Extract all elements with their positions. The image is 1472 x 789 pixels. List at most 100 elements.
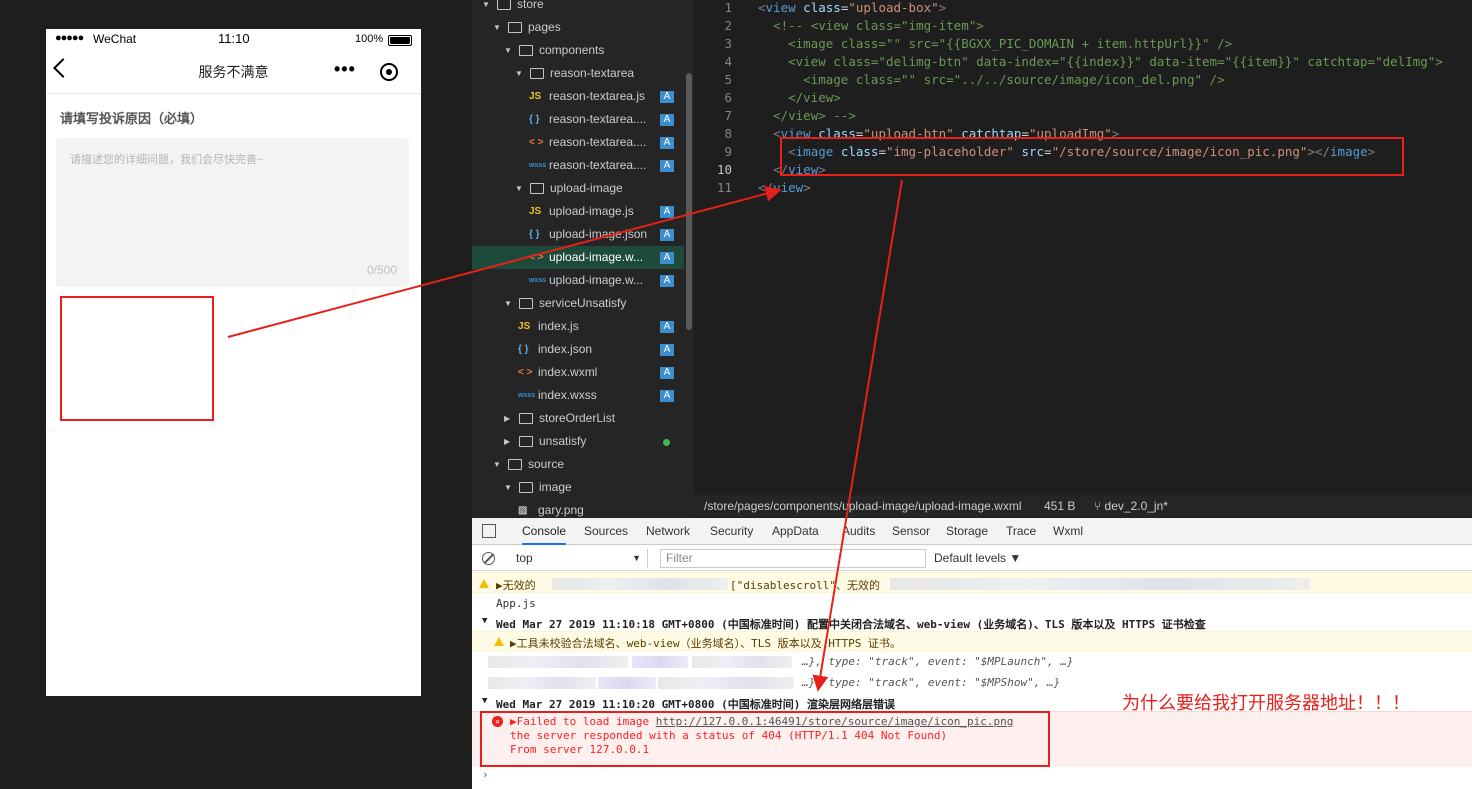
code-line[interactable]: </view> -->: [758, 107, 856, 125]
git-added-badge: A: [660, 137, 674, 149]
wechat-simulator: ●●●●● WeChat 11:10 100% 服务不满意 ••• 请填写投诉原…: [46, 29, 421, 696]
chevron-right-icon[interactable]: ▶: [504, 430, 514, 453]
filter-input[interactable]: Filter: [660, 549, 926, 568]
prompt-caret-icon: ›: [482, 768, 489, 781]
tree-item-label: gary.png: [538, 503, 584, 517]
tree-item-label: serviceUnsatisfy: [539, 296, 627, 310]
chevron-down-icon[interactable]: ▼: [504, 39, 514, 62]
tree-item[interactable]: JS index.js A: [472, 315, 684, 338]
warning-text: ▶无效的: [496, 579, 536, 592]
chevron-down-icon[interactable]: ▼: [482, 0, 492, 16]
code-editor[interactable]: 1 <view class="upload-box"> 2 <!-- <view c…: [694, 0, 1472, 495]
line-number: 7: [724, 108, 732, 123]
tab-audits[interactable]: Audits: [842, 518, 875, 545]
upload-image-highlight-box[interactable]: [60, 296, 214, 421]
group-expand-icon[interactable]: ▼: [482, 616, 487, 626]
tree-item-label: reason-textarea: [550, 66, 635, 80]
tree-item[interactable]: ▼ components: [472, 39, 684, 62]
warning-icon: [479, 579, 489, 588]
tree-item-label: storeOrderList: [539, 411, 616, 425]
chevron-down-icon[interactable]: ▼: [504, 292, 514, 315]
chevron-down-icon[interactable]: ▼: [515, 62, 525, 85]
tree-item[interactable]: ▼ serviceUnsatisfy: [472, 292, 684, 315]
code-line[interactable]: </view>: [758, 179, 811, 197]
tree-item[interactable]: wxss upload-image.w... A: [472, 269, 684, 292]
line-number: 2: [724, 18, 732, 33]
warning-text: ▶工具未校验合法域名、web-view（业务域名）、TLS 版本以及 HTTPS…: [510, 637, 901, 650]
tree-item[interactable]: ▼ source: [472, 453, 684, 476]
git-added-badge: A: [660, 390, 674, 402]
code-line[interactable]: <image class="" src="{{BGXX_PIC_DOMAIN +…: [758, 35, 1232, 53]
tree-item[interactable]: ▨ gary.png: [472, 499, 684, 518]
tree-item[interactable]: ▶ unsatisfy: [472, 430, 684, 453]
tree-item[interactable]: ▼ store: [472, 0, 684, 16]
code-line[interactable]: <!-- <view class="img-item">: [758, 17, 984, 35]
code-line[interactable]: <view class="upload-box">: [758, 0, 946, 17]
clear-console-icon[interactable]: [482, 552, 495, 565]
code-line[interactable]: <view class="delimg-btn" data-index="{{i…: [758, 53, 1443, 71]
tab-appdata[interactable]: AppData: [772, 518, 819, 545]
code-line[interactable]: </view>: [758, 89, 841, 107]
chevron-down-icon[interactable]: ▼: [493, 453, 503, 476]
modified-dot-icon: [663, 439, 670, 446]
error-highlight-box: [480, 711, 1050, 767]
more-menu-icon[interactable]: •••: [334, 59, 356, 80]
tree-item[interactable]: ▼ pages: [472, 16, 684, 39]
nav-bar: 服务不满意 •••: [46, 49, 421, 94]
folder-icon: [519, 298, 533, 309]
tab-wxml[interactable]: Wxml: [1053, 518, 1083, 545]
tree-item[interactable]: { } index.json A: [472, 338, 684, 361]
source-link[interactable]: App.js: [496, 597, 536, 610]
log-object[interactable]: …}, type: "track", event: "$MPShow", …}: [802, 676, 1060, 689]
tab-storage[interactable]: Storage: [946, 518, 988, 545]
tree-item[interactable]: < > upload-image.w... A: [472, 246, 684, 269]
tab-security[interactable]: Security: [710, 518, 753, 545]
tab-console[interactable]: Console: [522, 518, 567, 545]
tree-item-label: reason-textarea....: [549, 112, 647, 126]
folder-icon: [519, 45, 533, 56]
git-added-badge: A: [660, 252, 674, 264]
console-group-header[interactable]: ▼ Wed Mar 27 2019 11:10:18 GMT+0800 (中国标…: [472, 613, 1472, 631]
git-added-badge: A: [660, 367, 674, 379]
tree-item[interactable]: < > reason-textarea.... A: [472, 131, 684, 154]
tree-item[interactable]: ▶ storeOrderList: [472, 407, 684, 430]
chevron-down-icon[interactable]: ▼: [493, 16, 503, 39]
context-selector[interactable]: top ▼: [508, 549, 648, 568]
chevron-down-icon[interactable]: ▼: [515, 177, 525, 200]
tab-trace[interactable]: Trace: [1006, 518, 1036, 545]
git-branch[interactable]: ⑂ dev_2.0_jn*: [1094, 495, 1168, 517]
tree-item-label: store: [517, 0, 544, 11]
tree-item[interactable]: { } upload-image.json A: [472, 223, 684, 246]
image-src-highlight-box: [780, 137, 1404, 176]
tree-item[interactable]: wxss index.wxss A: [472, 384, 684, 407]
tree-item[interactable]: ▼ reason-textarea: [472, 62, 684, 85]
log-levels-dropdown[interactable]: Default levels ▼: [934, 549, 1021, 568]
blurred-text: [658, 677, 794, 689]
chevron-down-icon[interactable]: ▼: [504, 476, 514, 499]
clock: 11:10: [218, 31, 250, 46]
inspect-element-icon[interactable]: [482, 524, 496, 538]
tab-sensor[interactable]: Sensor: [892, 518, 930, 545]
explorer-scrollbar[interactable]: [686, 73, 692, 330]
group-expand-icon[interactable]: ▼: [482, 696, 487, 706]
tree-item[interactable]: JS upload-image.js A: [472, 200, 684, 223]
git-added-badge: A: [660, 160, 674, 172]
console-prompt[interactable]: ›: [472, 768, 1472, 786]
tree-item[interactable]: JS reason-textarea.js A: [472, 85, 684, 108]
code-line[interactable]: <image class="" src="../../source/image/…: [758, 71, 1224, 89]
tab-sources[interactable]: Sources: [584, 518, 628, 545]
log-object[interactable]: …}, type: "track", event: "$MPLaunch", ……: [802, 655, 1074, 668]
tree-item[interactable]: ▼ image: [472, 476, 684, 499]
tree-item[interactable]: wxss reason-textarea.... A: [472, 154, 684, 177]
tab-network[interactable]: Network: [646, 518, 690, 545]
tree-item[interactable]: { } reason-textarea.... A: [472, 108, 684, 131]
line-number: 9: [724, 144, 732, 159]
capsule-home-icon[interactable]: [380, 63, 398, 81]
git-added-badge: A: [660, 275, 674, 287]
tree-item-label: upload-image: [550, 181, 623, 195]
tree-item[interactable]: < > index.wxml A: [472, 361, 684, 384]
reason-textarea[interactable]: 请描述您的详细问题，我们会尽快完善~ 0/500: [56, 138, 409, 287]
tree-item[interactable]: ▼ upload-image: [472, 177, 684, 200]
chevron-right-icon[interactable]: ▶: [504, 407, 514, 430]
tree-item-label: reason-textarea.js: [549, 89, 646, 103]
